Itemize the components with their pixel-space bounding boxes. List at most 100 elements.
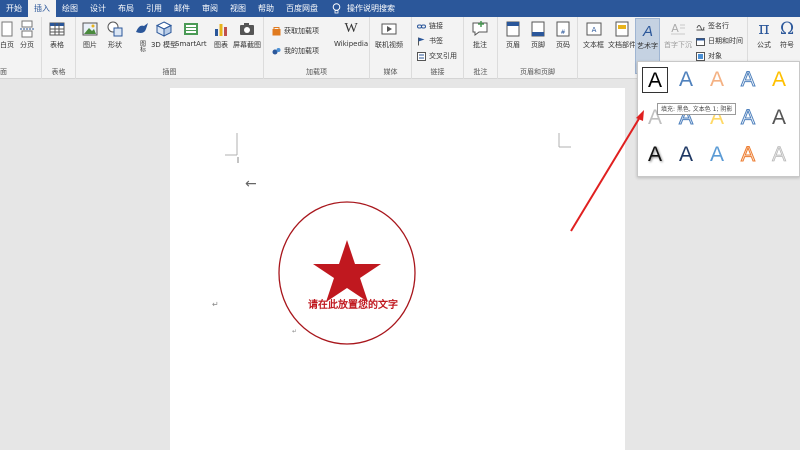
comment-label: 批注	[473, 41, 487, 49]
wordart-style-15[interactable]: A	[766, 142, 792, 168]
group-links: 链接 书签 交叉引用 链接	[412, 17, 464, 79]
wordart-style-10[interactable]: A	[766, 105, 792, 131]
table-label: 表格	[50, 41, 64, 49]
date-time-button[interactable]: 日期和时间	[696, 35, 743, 47]
comment-button[interactable]: 批注	[471, 20, 489, 50]
object-label: 对象	[708, 52, 722, 60]
svg-text:A: A	[591, 26, 596, 34]
group-comments: 批注 批注	[464, 17, 498, 79]
wordart-tooltip: 填充: 黑色, 文本色 1; 阴影	[657, 103, 737, 115]
cross-reference-icon	[417, 51, 426, 61]
wikipedia-button[interactable]: W Wikipedia	[334, 20, 368, 48]
get-addins-label: 获取加载项	[284, 27, 319, 35]
icons-button[interactable]: 图标	[133, 20, 151, 54]
wordart-style-11[interactable]: A	[642, 142, 668, 168]
group-tables: 表格 表格	[42, 17, 76, 79]
my-addins-button[interactable]: 我的加载项	[272, 45, 319, 57]
footer-button[interactable]: 页脚	[529, 20, 547, 50]
textbox-icon: A	[586, 22, 601, 36]
screenshot-button[interactable]: 屏幕截图	[233, 20, 261, 50]
online-video-button[interactable]: 联机视频	[375, 20, 403, 50]
svg-text:#: #	[560, 29, 565, 36]
svg-text:A: A	[671, 22, 679, 35]
bookmark-label: 书签	[429, 37, 443, 45]
blank-page-button[interactable]: 白页	[0, 20, 16, 50]
tab-mailings[interactable]: 邮件	[168, 0, 196, 17]
page-number-button[interactable]: # 页码	[554, 20, 572, 50]
tell-me-search[interactable]: 操作说明搜索	[332, 3, 395, 14]
group-label-comments: 批注	[473, 68, 488, 76]
addins-icon	[272, 47, 281, 54]
group-label-pages: 面	[0, 68, 7, 76]
group-header-footer: 页眉 页脚 # 页码 页眉和页脚	[498, 17, 578, 79]
smartart-button[interactable]: SmartArt	[175, 20, 207, 48]
wordart-style-14[interactable]: A	[735, 142, 761, 168]
wordart-style-4[interactable]: A	[735, 67, 761, 93]
tab-layout[interactable]: 布局	[112, 0, 140, 17]
tab-design[interactable]: 设计	[84, 0, 112, 17]
tab-references[interactable]: 引用	[140, 0, 168, 17]
group-illustrations: 图片 形状 图标 3D 模型 SmartArt 图表 屏幕截图 插图	[76, 17, 264, 79]
wordart-style-13[interactable]: A	[704, 142, 730, 168]
screenshot-label: 屏幕截图	[233, 41, 261, 49]
date-time-label: 日期和时间	[708, 37, 743, 45]
wordart-style-3[interactable]: A	[704, 67, 730, 93]
shapes-button[interactable]: 形状	[106, 20, 124, 50]
symbol-button[interactable]: Ω 符号	[778, 20, 796, 50]
wordart-style-1[interactable]: A	[642, 67, 668, 93]
picture-label: 图片	[83, 41, 97, 49]
equation-label: 公式	[757, 41, 771, 49]
cube-icon	[155, 21, 173, 37]
store-icon	[272, 26, 281, 35]
tab-draw[interactable]: 绘图	[56, 0, 84, 17]
online-video-label: 联机视频	[375, 41, 403, 49]
footer-label: 页脚	[531, 41, 545, 49]
tab-home[interactable]: 开始	[0, 0, 28, 17]
wordart-style-9[interactable]: A	[735, 105, 761, 131]
omega-icon: Ω	[779, 19, 795, 39]
back-arrow-icon: ←	[245, 176, 257, 192]
drop-cap-icon: A	[671, 22, 685, 35]
cross-reference-button[interactable]: 交叉引用	[417, 50, 457, 62]
blank-page-icon	[1, 21, 13, 37]
smartart-label: SmartArt	[175, 40, 207, 48]
paragraph-mark: ↵	[212, 300, 219, 309]
bookmark-button[interactable]: 书签	[417, 35, 443, 47]
object-icon	[696, 51, 705, 61]
stamp-graphic[interactable]	[277, 200, 417, 346]
drop-cap-label: 首字下沉	[664, 41, 692, 49]
link-label: 链接	[429, 22, 443, 30]
page-break-button[interactable]: 分页	[18, 20, 36, 50]
document-page[interactable]: ← ↵ ↵ 请在此放置您的文字	[170, 88, 625, 450]
wordart-style-12[interactable]: A	[673, 142, 699, 168]
picture-icon	[82, 22, 98, 36]
signature-line-button[interactable]: 签名行	[696, 20, 729, 32]
wikipedia-label: Wikipedia	[334, 40, 369, 48]
link-icon	[417, 24, 426, 28]
tab-help[interactable]: 帮助	[252, 0, 280, 17]
drop-cap-button[interactable]: A 首字下沉	[664, 20, 692, 50]
tab-view[interactable]: 视图	[224, 0, 252, 17]
document-parts-button[interactable]: 文档部件	[608, 20, 636, 50]
tab-baidu-netdisk[interactable]: 百度网盘	[280, 0, 324, 17]
calendar-icon	[696, 37, 705, 46]
wordart-gallery: A A A A A A A A A A A A A A A	[637, 61, 800, 177]
picture-button[interactable]: 图片	[81, 20, 99, 50]
tab-insert[interactable]: 插入	[28, 0, 56, 17]
link-button[interactable]: 链接	[417, 20, 443, 32]
get-addins-button[interactable]: 获取加载项	[272, 25, 319, 37]
tell-me-label: 操作说明搜索	[347, 4, 395, 13]
group-pages: 白页 分页 面	[0, 17, 42, 79]
table-button[interactable]: 表格	[48, 20, 66, 50]
wordart-style-2[interactable]: A	[673, 67, 699, 93]
group-addins: 获取加载项 我的加载项 W Wikipedia 加载项	[264, 17, 370, 79]
equation-button[interactable]: π 公式	[755, 20, 773, 50]
tab-review[interactable]: 审阅	[196, 0, 224, 17]
header-button[interactable]: 页眉	[504, 20, 522, 50]
group-label-addins: 加载项	[306, 68, 327, 76]
3d-models-button[interactable]: 3D 模型	[151, 20, 177, 50]
textbox-button[interactable]: A 文本框	[583, 20, 604, 50]
red-star-icon	[313, 240, 381, 302]
wordart-style-5[interactable]: A	[766, 67, 792, 93]
chart-button[interactable]: 图表	[212, 20, 230, 50]
